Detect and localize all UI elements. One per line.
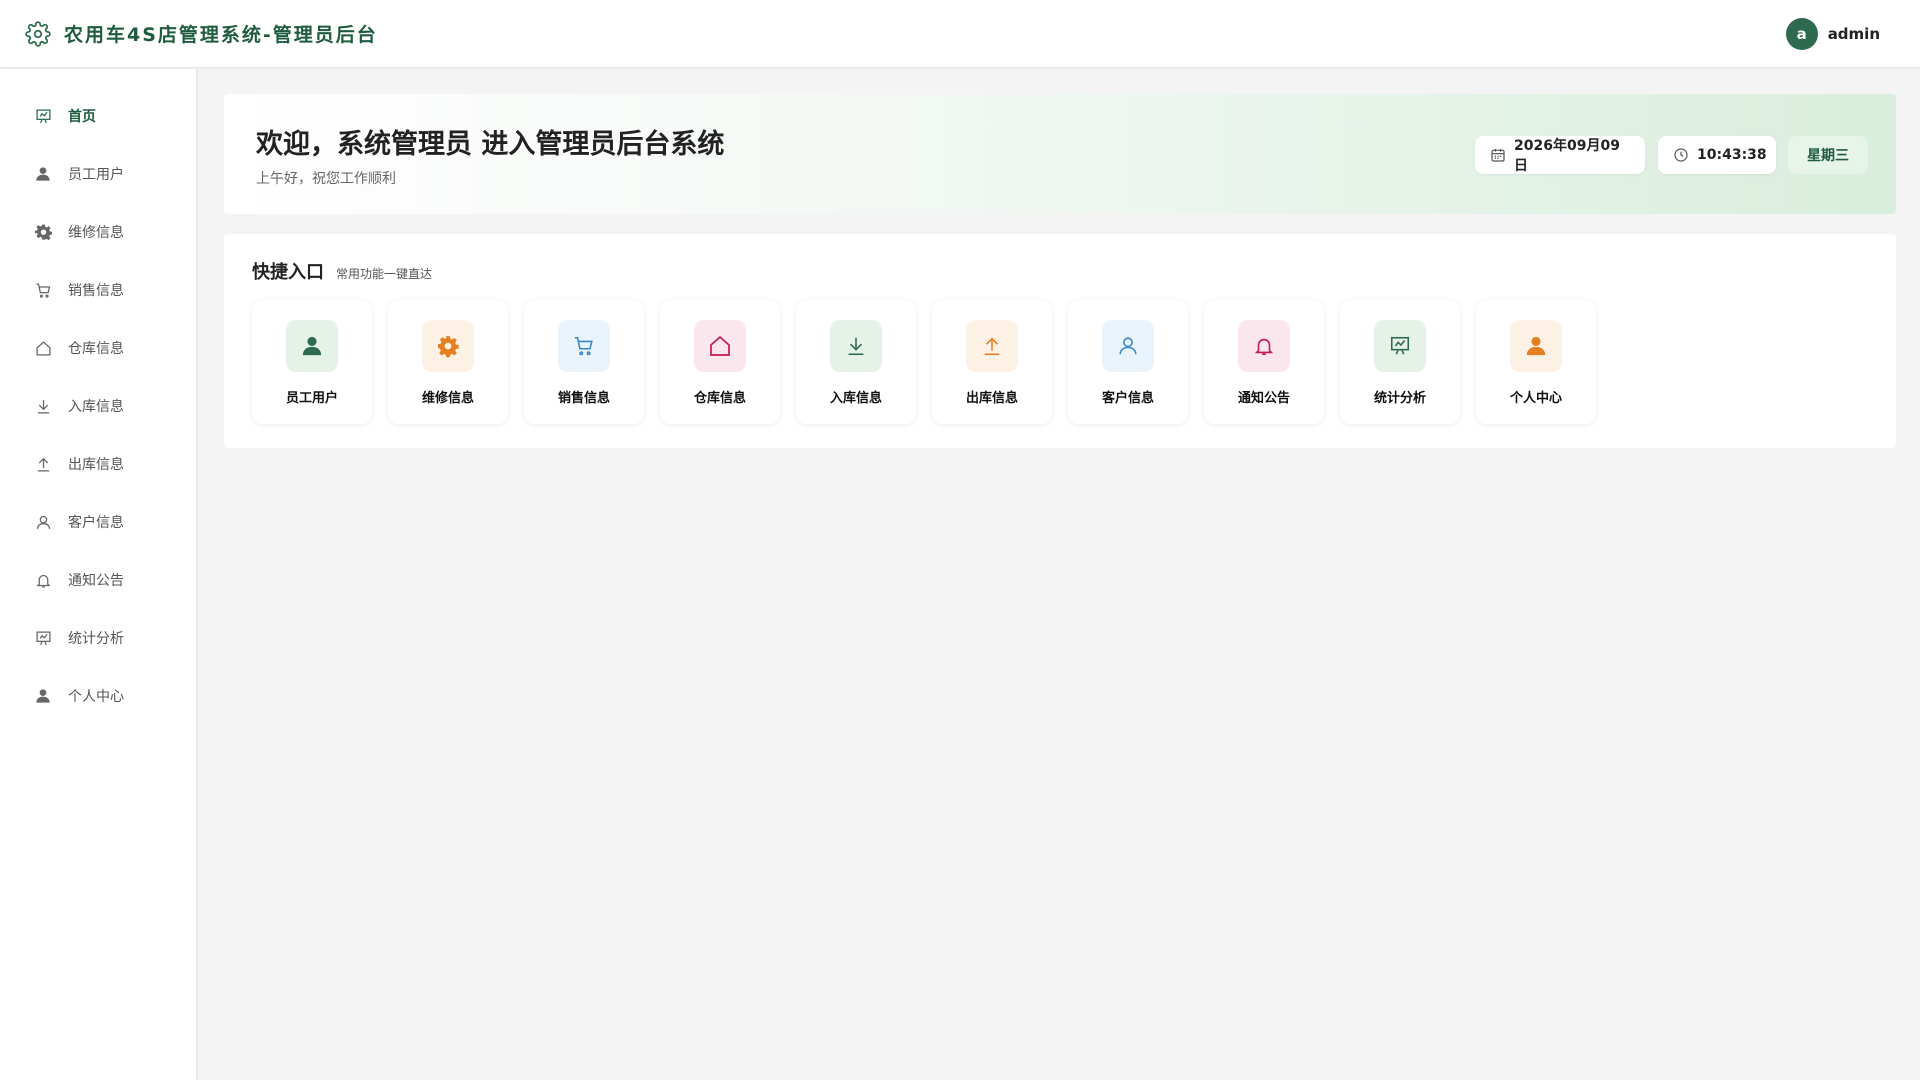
sidebar-item-label: 仓库信息	[68, 341, 124, 357]
sidebar-item-label: 出库信息	[68, 457, 124, 473]
home-icon	[694, 320, 746, 372]
chart-board-icon	[1374, 320, 1426, 372]
sidebar-item-sales[interactable]: 销售信息	[0, 261, 196, 319]
quick-card-profile[interactable]: 个人中心	[1476, 300, 1596, 424]
quick-card-repair[interactable]: 维修信息	[388, 300, 508, 424]
chart-board-icon	[34, 107, 52, 125]
welcome-subtitle: 上午好，祝您工作顺利	[256, 171, 396, 187]
top-header: 农用车4S店管理系统-管理员后台 a admin	[0, 0, 1920, 68]
user-icon	[1510, 320, 1562, 372]
quick-entry-title: 快捷入口	[252, 262, 324, 283]
bell-icon	[34, 571, 52, 589]
weekday-text: 星期三	[1807, 148, 1849, 164]
sidebar-item-label: 客户信息	[68, 515, 124, 531]
username[interactable]: admin	[1828, 25, 1880, 43]
quick-card-label: 通知公告	[1237, 391, 1290, 406]
quick-card-label: 客户信息	[1101, 391, 1154, 406]
sidebar-item-customers[interactable]: 客户信息	[0, 493, 196, 551]
cart-icon	[34, 281, 52, 299]
quick-card-label: 仓库信息	[693, 391, 746, 406]
sidebar-item-label: 个人中心	[68, 689, 124, 705]
quick-card-label: 出库信息	[965, 391, 1018, 406]
clock-icon	[1673, 147, 1689, 163]
weekday-badge: 星期三	[1788, 136, 1868, 174]
user-icon	[34, 687, 52, 705]
cart-icon	[558, 320, 610, 372]
download-icon	[830, 320, 882, 372]
user-outline-icon	[34, 513, 52, 531]
chart-board-icon	[34, 629, 52, 647]
app-title: 农用车4S店管理系统-管理员后台	[64, 24, 378, 46]
brand: 农用车4S店管理系统-管理员后台	[24, 20, 378, 48]
sidebar-item-inbound[interactable]: 入库信息	[0, 377, 196, 435]
time-text: 10:43:38	[1697, 147, 1767, 163]
sidebar-item-warehouse[interactable]: 仓库信息	[0, 319, 196, 377]
quick-card-notices[interactable]: 通知公告	[1204, 300, 1324, 424]
user-menu[interactable]: a admin	[1785, 18, 1880, 50]
user-icon	[34, 165, 52, 183]
quick-card-label: 个人中心	[1509, 391, 1562, 406]
quick-card-warehouse[interactable]: 仓库信息	[660, 300, 780, 424]
sidebar-item-label: 员工用户	[68, 167, 124, 183]
download-icon	[34, 397, 52, 415]
quick-card-inbound[interactable]: 入库信息	[796, 300, 916, 424]
quick-card-customers[interactable]: 客户信息	[1068, 300, 1188, 424]
sidebar-item-label: 首页	[68, 109, 96, 125]
quick-entry-header: 快捷入口 常用功能一键直达	[252, 258, 432, 284]
sidebar-item-statistics[interactable]: 统计分析	[0, 609, 196, 667]
sidebar-item-outbound[interactable]: 出库信息	[0, 435, 196, 493]
time-badge: 10:43:38	[1658, 136, 1776, 174]
sidebar-item-notices[interactable]: 通知公告	[0, 551, 196, 609]
sidebar-item-label: 通知公告	[68, 573, 124, 589]
user-icon	[286, 320, 338, 372]
sidebar-item-repair[interactable]: 维修信息	[0, 203, 196, 261]
user-outline-icon	[1102, 320, 1154, 372]
quick-card-label: 维修信息	[421, 391, 474, 406]
gear-icon	[24, 20, 52, 48]
sidebar: 首页 员工用户 维修信息 销售信息 仓库信息 入库信息 出库信息 客户信息 通知…	[0, 69, 198, 1080]
date-text: 2026年09月09日	[1514, 138, 1620, 174]
sidebar-item-label: 维修信息	[68, 225, 124, 241]
quick-card-label: 销售信息	[557, 391, 610, 406]
quick-card-sales[interactable]: 销售信息	[524, 300, 644, 424]
quick-card-label: 员工用户	[285, 391, 338, 406]
date-badge: 2026年09月09日	[1475, 136, 1645, 174]
sidebar-item-staff-users[interactable]: 员工用户	[0, 145, 196, 203]
quick-card-statistics[interactable]: 统计分析	[1340, 300, 1460, 424]
quick-entry-panel: 快捷入口 常用功能一键直达 员工用户 维修信息 销售信息 仓库信息 入库信息 出…	[224, 234, 1896, 448]
welcome-banner: 欢迎，系统管理员 进入管理员后台系统 上午好，祝您工作顺利 2026年09月09…	[224, 94, 1896, 214]
avatar[interactable]: a	[1785, 18, 1818, 50]
gear-icon	[422, 320, 474, 372]
sidebar-item-label: 入库信息	[68, 399, 124, 415]
upload-icon	[34, 455, 52, 473]
home-icon	[34, 339, 52, 357]
calendar-icon	[1490, 147, 1506, 163]
upload-icon	[966, 320, 1018, 372]
quick-card-staff-users[interactable]: 员工用户	[252, 300, 372, 424]
bell-icon	[1238, 320, 1290, 372]
sidebar-item-label: 统计分析	[68, 631, 124, 647]
quick-entry-cards: 员工用户 维修信息 销售信息 仓库信息 入库信息 出库信息 客户信息 通知公告 …	[252, 300, 1612, 424]
sidebar-item-profile[interactable]: 个人中心	[0, 667, 196, 725]
sidebar-item-label: 销售信息	[68, 283, 124, 299]
quick-card-label: 统计分析	[1373, 391, 1426, 406]
sidebar-item-home[interactable]: 首页	[0, 87, 196, 145]
quick-entry-subtitle: 常用功能一键直达	[336, 267, 433, 281]
quick-card-outbound[interactable]: 出库信息	[932, 300, 1052, 424]
quick-card-label: 入库信息	[829, 391, 882, 406]
gear-icon	[34, 223, 52, 241]
welcome-title: 欢迎，系统管理员 进入管理员后台系统	[256, 129, 725, 160]
